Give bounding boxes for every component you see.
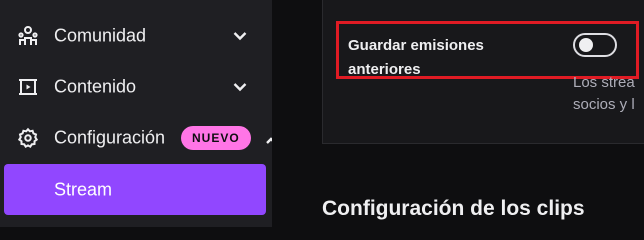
sidebar-item-configuracion[interactable]: Configuración NUEVO bbox=[0, 113, 276, 163]
sidebar-subitem-label: Stream bbox=[54, 179, 113, 199]
sidebar-subitem-stream[interactable]: Stream bbox=[4, 164, 266, 215]
chevron-down-icon[interactable] bbox=[231, 27, 249, 45]
setting-description-line: socios y l bbox=[573, 96, 635, 113]
sidebar: Comunidad Contenido Configuración NUEVO … bbox=[0, 0, 276, 227]
sidebar-item-comunidad[interactable]: Comunidad bbox=[0, 11, 272, 61]
sidebar-item-label: Contenido bbox=[54, 76, 137, 97]
new-badge: NUEVO bbox=[181, 126, 251, 150]
setting-description-line: Los strea bbox=[573, 74, 635, 91]
setting-label-line: anteriores bbox=[348, 61, 421, 78]
toggle-knob bbox=[579, 38, 593, 52]
sidebar-item-label: Comunidad bbox=[54, 25, 147, 46]
content-icon bbox=[17, 76, 39, 98]
sidebar-item-label: Configuración bbox=[54, 127, 166, 148]
community-icon bbox=[17, 25, 39, 47]
chevron-down-icon[interactable] bbox=[231, 78, 249, 96]
dashboard: Comunidad Contenido Configuración NUEVO … bbox=[0, 0, 644, 227]
section-title-clips: Configuración de los clips bbox=[322, 197, 585, 220]
setting-description: Los strea socios y l bbox=[573, 72, 644, 116]
sidebar-item-contenido[interactable]: Contenido bbox=[0, 62, 272, 112]
setting-label-guardar-emisiones: Guardar emisiones anteriores bbox=[348, 34, 548, 82]
setting-label-line: Guardar emisiones bbox=[348, 37, 484, 54]
gear-icon bbox=[17, 127, 39, 149]
save-past-broadcasts-toggle[interactable] bbox=[573, 33, 617, 57]
